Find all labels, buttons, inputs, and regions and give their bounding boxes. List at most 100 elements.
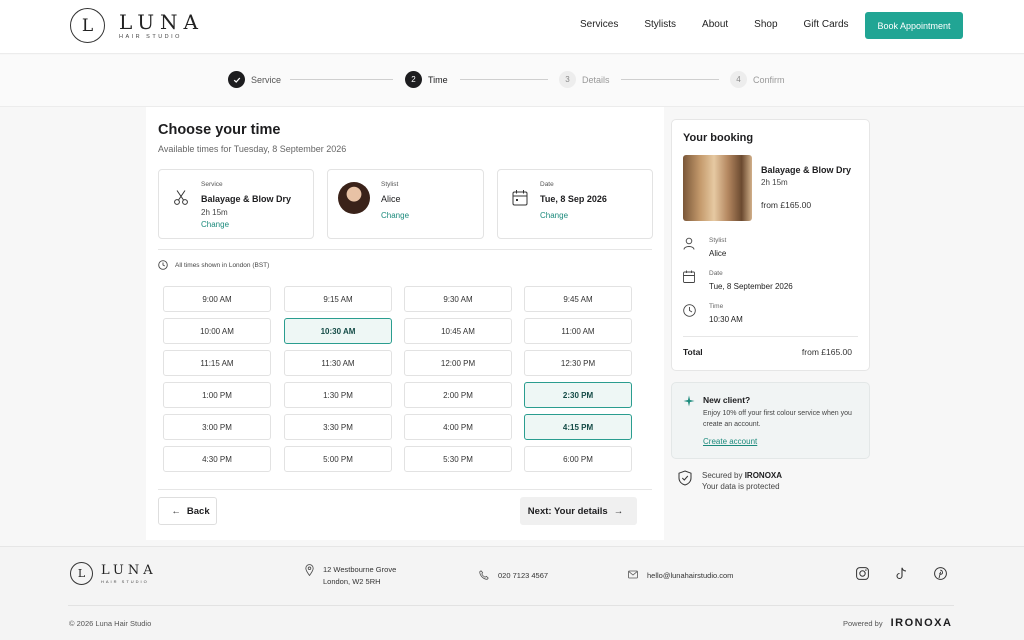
clock-icon: [683, 304, 696, 317]
time-slot[interactable]: 5:00 PM: [284, 446, 392, 472]
next-label: Next: Your details: [527, 505, 608, 517]
summary-time-label: Time: [709, 303, 724, 310]
time-slot[interactable]: 9:30 AM: [404, 286, 512, 312]
nav-gift-cards[interactable]: Gift Cards: [804, 19, 849, 30]
summary-service: Balayage & Blow Dry: [761, 165, 852, 175]
summary-total-label: Total: [683, 347, 703, 357]
time-slot[interactable]: 5:30 PM: [404, 446, 512, 472]
time-slot[interactable]: 11:15 AM: [163, 350, 271, 376]
new-client-promo: New client? Enjoy 10% off your first col…: [671, 382, 870, 459]
summary-total: from £165.00: [801, 347, 852, 357]
nav-shop[interactable]: Shop: [754, 19, 777, 30]
footer-logo[interactable]: L LUNA HAIR STUDIO: [70, 562, 157, 585]
change-service-link[interactable]: Change: [201, 220, 229, 229]
scissors-icon: [174, 190, 188, 205]
step-service[interactable]: Service: [228, 71, 281, 88]
tiktok-icon[interactable]: [895, 567, 908, 580]
nav-about[interactable]: About: [702, 19, 728, 30]
time-slot[interactable]: 4:00 PM: [404, 414, 512, 440]
footer-email[interactable]: hello@lunahairstudio.com: [628, 570, 733, 582]
date-value: Tue, 8 Sep 2026: [540, 194, 607, 204]
date-label: Date: [540, 181, 554, 188]
stylist-label: Stylist: [381, 181, 399, 188]
secure-brand: IRONOXA: [744, 471, 783, 480]
time-slot[interactable]: 11:30 AM: [284, 350, 392, 376]
time-slot[interactable]: 11:00 AM: [524, 318, 632, 344]
summary-time: 10:30 AM: [709, 315, 743, 324]
nav-stylists[interactable]: Stylists: [644, 19, 676, 30]
footer-phone[interactable]: 020 7123 4567: [479, 570, 548, 582]
time-slot[interactable]: 10:45 AM: [404, 318, 512, 344]
time-slot[interactable]: 2:00 PM: [404, 382, 512, 408]
copyright: © 2026 Luna Hair Studio: [69, 619, 152, 628]
check-icon: [228, 71, 245, 88]
instagram-icon[interactable]: [856, 567, 869, 580]
change-stylist-link[interactable]: Change: [381, 211, 409, 220]
time-slot[interactable]: 12:30 PM: [524, 350, 632, 376]
time-slot[interactable]: 9:45 AM: [524, 286, 632, 312]
brand-logo[interactable]: L LUNA HAIR STUDIO: [70, 8, 204, 43]
section-divider: [158, 489, 652, 490]
email-text: hello@lunahairstudio.com: [647, 571, 734, 580]
time-slot[interactable]: 6:00 PM: [524, 446, 632, 472]
step-label: Confirm: [753, 74, 785, 85]
time-slot[interactable]: 10:30 AM: [284, 318, 392, 344]
stylist-card: Stylist Alice Change: [327, 169, 484, 239]
shield-icon: [678, 470, 692, 486]
page-subtitle: Available times for Tuesday, 8 September…: [158, 144, 347, 154]
site-footer: L LUNA HAIR STUDIO 12 Westbourne Grove L…: [0, 546, 1024, 640]
create-account-link[interactable]: Create account: [703, 437, 757, 446]
secure-prefix: Secured by: [702, 471, 743, 480]
step-connector: [290, 79, 393, 80]
time-slot[interactable]: 9:15 AM: [284, 286, 392, 312]
next-button[interactable]: Next: Your details →: [520, 497, 637, 525]
time-slot[interactable]: 3:30 PM: [284, 414, 392, 440]
time-slot[interactable]: 2:30 PM: [524, 382, 632, 408]
step-number: 2: [405, 71, 422, 88]
time-slot[interactable]: 1:00 PM: [163, 382, 271, 408]
security-note: Secured by IRONOXA Your data is protecte…: [678, 470, 782, 492]
powered-by[interactable]: Powered by IRONOXA: [843, 617, 952, 629]
service-value: Balayage & Blow Dry: [201, 194, 292, 204]
book-appointment-button[interactable]: Book Appointment: [865, 12, 963, 39]
service-image: [683, 155, 752, 221]
time-slot[interactable]: 9:00 AM: [163, 286, 271, 312]
timezone-text: All times shown in London (BST): [175, 261, 270, 269]
time-slot[interactable]: 10:00 AM: [163, 318, 271, 344]
logo-name: LUNA: [119, 9, 204, 34]
back-button[interactable]: ← Back: [158, 497, 217, 525]
address-line-1: 12 Westbourne Grove: [323, 565, 397, 574]
back-label: Back: [186, 505, 210, 517]
summary-duration: 2h 15m: [761, 178, 788, 187]
summary-title: Your booking: [683, 132, 754, 144]
step-confirm[interactable]: 4 Confirm: [730, 71, 785, 88]
phone-icon: [479, 570, 489, 580]
change-date-link[interactable]: Change: [540, 211, 568, 220]
service-label: Service: [201, 181, 223, 188]
time-slot[interactable]: 3:00 PM: [163, 414, 271, 440]
pinterest-icon[interactable]: [934, 567, 947, 580]
time-slot[interactable]: 4:30 PM: [163, 446, 271, 472]
time-slot[interactable]: 4:15 PM: [524, 414, 632, 440]
time-slot[interactable]: 1:30 PM: [284, 382, 392, 408]
promo-title: New client?: [703, 395, 751, 405]
stylist-avatar: [338, 182, 370, 214]
service-duration: 2h 15m: [201, 208, 228, 217]
step-details[interactable]: 3 Details: [559, 71, 610, 88]
summary-stylist: Alice: [709, 249, 727, 258]
summary-divider: [683, 336, 858, 337]
address-line-2: London, W2 5RH: [323, 577, 381, 586]
mail-icon: [628, 570, 638, 579]
secure-note: Your data is protected: [702, 482, 780, 491]
booking-stepper: Service 2 Time 3 Details 4 Confirm: [0, 55, 1024, 107]
step-number: 4: [730, 71, 747, 88]
site-header: L LUNA HAIR STUDIO Services Stylists Abo…: [0, 0, 1024, 54]
step-time[interactable]: 2 Time: [405, 71, 448, 88]
main-nav: Services Stylists About Shop Gift Cards: [580, 19, 875, 30]
logo-mark: L: [70, 8, 105, 43]
summary-stylist-label: Stylist: [709, 237, 727, 244]
date-card: Date Tue, 8 Sep 2026 Change: [497, 169, 653, 239]
time-slot[interactable]: 12:00 PM: [404, 350, 512, 376]
page-title: Choose your time: [158, 122, 281, 138]
nav-services[interactable]: Services: [580, 19, 618, 30]
